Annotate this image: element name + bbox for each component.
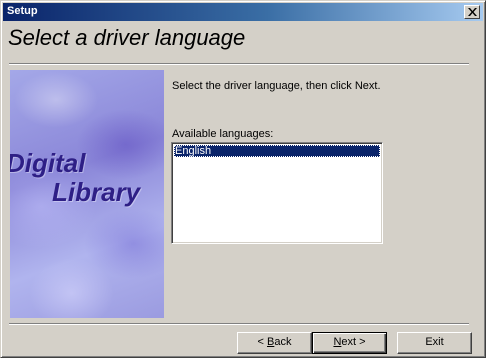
list-item[interactable]: English (174, 145, 380, 157)
setup-window: Setup Select a driver language Digital L… (0, 0, 486, 358)
languages-label: Available languages: (172, 128, 274, 140)
page-title: Select a driver language (8, 25, 246, 50)
close-button[interactable] (464, 5, 480, 19)
next-button[interactable]: Next > (312, 332, 387, 354)
languages-listbox[interactable]: English (171, 142, 383, 244)
back-button-rest: ack (274, 336, 292, 348)
back-button-prefix: < (257, 336, 267, 348)
back-button[interactable]: < Back (237, 332, 312, 354)
footer-divider (9, 323, 469, 325)
side-banner: Digital Library (10, 70, 164, 318)
window-title: Setup (7, 5, 38, 17)
next-button-rest: ext > (341, 336, 366, 348)
header-divider (9, 63, 469, 65)
title-bar[interactable]: Setup (3, 3, 483, 21)
exit-button[interactable]: Exit (397, 332, 472, 354)
brand-text-line2: Library (52, 177, 141, 207)
instruction-text: Select the driver language, then click N… (172, 80, 381, 92)
brand-text-line1: Digital (10, 148, 86, 178)
close-icon (468, 8, 477, 16)
